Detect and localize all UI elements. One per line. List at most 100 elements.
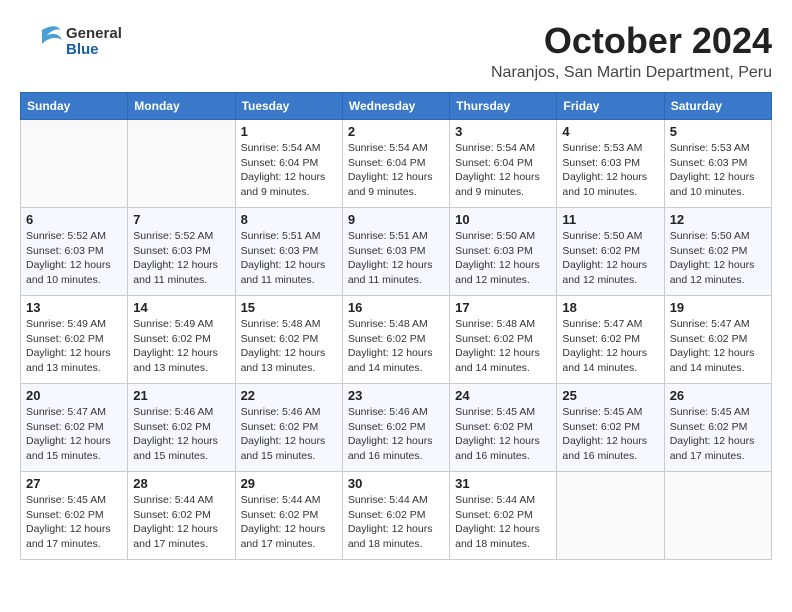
calendar-cell: 15Sunrise: 5:48 AM Sunset: 6:02 PM Dayli…	[235, 296, 342, 384]
logo-brand: General Blue	[20, 20, 122, 64]
day-info: Sunrise: 5:52 AM Sunset: 6:03 PM Dayligh…	[133, 229, 229, 288]
day-number: 22	[241, 388, 337, 403]
calendar-cell: 21Sunrise: 5:46 AM Sunset: 6:02 PM Dayli…	[128, 384, 235, 472]
day-number: 26	[670, 388, 766, 403]
day-info: Sunrise: 5:53 AM Sunset: 6:03 PM Dayligh…	[670, 141, 766, 200]
day-number: 17	[455, 300, 551, 315]
day-info: Sunrise: 5:45 AM Sunset: 6:02 PM Dayligh…	[455, 405, 551, 464]
day-number: 4	[562, 124, 658, 139]
calendar-cell: 24Sunrise: 5:45 AM Sunset: 6:02 PM Dayli…	[450, 384, 557, 472]
day-number: 11	[562, 212, 658, 227]
day-number: 31	[455, 476, 551, 491]
day-number: 3	[455, 124, 551, 139]
day-number: 13	[26, 300, 122, 315]
calendar-cell: 2Sunrise: 5:54 AM Sunset: 6:04 PM Daylig…	[342, 120, 449, 208]
calendar-cell	[664, 472, 771, 560]
calendar-cell: 1Sunrise: 5:54 AM Sunset: 6:04 PM Daylig…	[235, 120, 342, 208]
day-number: 30	[348, 476, 444, 491]
day-number: 6	[26, 212, 122, 227]
weekday-header-saturday: Saturday	[664, 93, 771, 120]
day-info: Sunrise: 5:44 AM Sunset: 6:02 PM Dayligh…	[133, 493, 229, 552]
day-number: 23	[348, 388, 444, 403]
calendar-week-4: 20Sunrise: 5:47 AM Sunset: 6:02 PM Dayli…	[21, 384, 772, 472]
calendar-cell: 5 Sunrise: 5:53 AM Sunset: 6:03 PM Daylig…	[664, 120, 771, 208]
day-number: 7	[133, 212, 229, 227]
calendar-week-5: 27 Sunrise: 5:45 AM Sunset: 6:02 PM Dayli…	[21, 472, 772, 560]
calendar-cell: 14 Sunrise: 5:49 AM Sunset: 6:02 PM Dayli…	[128, 296, 235, 384]
calendar-cell: 3Sunrise: 5:54 AM Sunset: 6:04 PM Daylig…	[450, 120, 557, 208]
day-info: Sunrise: 5:49 AM Sunset: 6:02 PM Dayligh…	[26, 317, 122, 376]
calendar-cell	[21, 120, 128, 208]
calendar-cell: 28 Sunrise: 5:44 AM Sunset: 6:02 PM Dayli…	[128, 472, 235, 560]
page-header: General Blue October 2024 Naranjos, San …	[20, 20, 772, 82]
calendar-cell	[128, 120, 235, 208]
calendar-cell: 17 Sunrise: 5:48 AM Sunset: 6:02 PM Dayli…	[450, 296, 557, 384]
weekday-header-monday: Monday	[128, 93, 235, 120]
day-info: Sunrise: 5:46 AM Sunset: 6:02 PM Dayligh…	[241, 405, 337, 464]
weekday-header-tuesday: Tuesday	[235, 93, 342, 120]
calendar-cell: 12 Sunrise: 5:50 AM Sunset: 6:02 PM Dayli…	[664, 208, 771, 296]
calendar-week-2: 6 Sunrise: 5:52 AM Sunset: 6:03 PM Daylig…	[21, 208, 772, 296]
day-info: Sunrise: 5:50 AM Sunset: 6:02 PM Dayligh…	[670, 229, 766, 288]
day-number: 29	[241, 476, 337, 491]
day-info: Sunrise: 5:47 AM Sunset: 6:02 PM Dayligh…	[670, 317, 766, 376]
calendar-cell: 8Sunrise: 5:51 AM Sunset: 6:03 PM Daylig…	[235, 208, 342, 296]
day-info: Sunrise: 5:44 AM Sunset: 6:02 PM Dayligh…	[455, 493, 551, 552]
calendar-cell: 16Sunrise: 5:48 AM Sunset: 6:02 PM Dayli…	[342, 296, 449, 384]
calendar-cell: 9Sunrise: 5:51 AM Sunset: 6:03 PM Daylig…	[342, 208, 449, 296]
day-number: 15	[241, 300, 337, 315]
weekday-header-friday: Friday	[557, 93, 664, 120]
day-info: Sunrise: 5:48 AM Sunset: 6:02 PM Dayligh…	[455, 317, 551, 376]
day-info: Sunrise: 5:48 AM Sunset: 6:02 PM Dayligh…	[348, 317, 444, 376]
day-number: 10	[455, 212, 551, 227]
location-title: Naranjos, San Martin Department, Peru	[491, 64, 772, 82]
calendar-header: SundayMondayTuesdayWednesdayThursdayFrid…	[21, 93, 772, 120]
calendar-cell: 18Sunrise: 5:47 AM Sunset: 6:02 PM Dayli…	[557, 296, 664, 384]
day-info: Sunrise: 5:45 AM Sunset: 6:02 PM Dayligh…	[670, 405, 766, 464]
calendar-cell: 7 Sunrise: 5:52 AM Sunset: 6:03 PM Daylig…	[128, 208, 235, 296]
weekday-header-wednesday: Wednesday	[342, 93, 449, 120]
day-number: 5	[670, 124, 766, 139]
logo-general: General	[66, 26, 122, 43]
day-info: Sunrise: 5:45 AM Sunset: 6:02 PM Dayligh…	[562, 405, 658, 464]
calendar-cell: 31 Sunrise: 5:44 AM Sunset: 6:02 PM Dayli…	[450, 472, 557, 560]
calendar-cell: 22 Sunrise: 5:46 AM Sunset: 6:02 PM Dayli…	[235, 384, 342, 472]
day-number: 27	[26, 476, 122, 491]
day-info: Sunrise: 5:50 AM Sunset: 6:02 PM Dayligh…	[562, 229, 658, 288]
weekday-header-thursday: Thursday	[450, 93, 557, 120]
calendar-cell: 19 Sunrise: 5:47 AM Sunset: 6:02 PM Dayli…	[664, 296, 771, 384]
weekday-header-sunday: Sunday	[21, 93, 128, 120]
day-number: 12	[670, 212, 766, 227]
day-info: Sunrise: 5:53 AM Sunset: 6:03 PM Dayligh…	[562, 141, 658, 200]
calendar-cell: 23Sunrise: 5:46 AM Sunset: 6:02 PM Dayli…	[342, 384, 449, 472]
calendar-cell: 6 Sunrise: 5:52 AM Sunset: 6:03 PM Daylig…	[21, 208, 128, 296]
day-info: Sunrise: 5:47 AM Sunset: 6:02 PM Dayligh…	[26, 405, 122, 464]
day-number: 28	[133, 476, 229, 491]
calendar-cell: 13 Sunrise: 5:49 AM Sunset: 6:02 PM Dayli…	[21, 296, 128, 384]
calendar-cell: 20Sunrise: 5:47 AM Sunset: 6:02 PM Dayli…	[21, 384, 128, 472]
month-title: October 2024	[491, 20, 772, 62]
day-info: Sunrise: 5:51 AM Sunset: 6:03 PM Dayligh…	[348, 229, 444, 288]
calendar-cell: 27 Sunrise: 5:45 AM Sunset: 6:02 PM Dayli…	[21, 472, 128, 560]
calendar-cell: 11 Sunrise: 5:50 AM Sunset: 6:02 PM Dayli…	[557, 208, 664, 296]
day-number: 21	[133, 388, 229, 403]
logo-blue: Blue	[66, 42, 122, 59]
calendar-week-1: 1 Sunrise: 5:54 AM Sunset: 6:04 PM Daylig…	[21, 120, 772, 208]
title-section: October 2024 Naranjos, San Martin Depart…	[491, 20, 772, 82]
calendar-body: 1 Sunrise: 5:54 AM Sunset: 6:04 PM Daylig…	[21, 120, 772, 560]
day-info: Sunrise: 5:54 AM Sunset: 6:04 PM Dayligh…	[348, 141, 444, 200]
day-info: Sunrise: 5:44 AM Sunset: 6:02 PM Dayligh…	[241, 493, 337, 552]
calendar-cell: 26 Sunrise: 5:45 AM Sunset: 6:02 PM Dayli…	[664, 384, 771, 472]
day-number: 14	[133, 300, 229, 315]
logo: General Blue	[20, 20, 122, 64]
calendar-cell: 29 Sunrise: 5:44 AM Sunset: 6:02 PM Dayli…	[235, 472, 342, 560]
logo-bird-icon	[20, 20, 64, 64]
day-number: 19	[670, 300, 766, 315]
day-info: Sunrise: 5:52 AM Sunset: 6:03 PM Dayligh…	[26, 229, 122, 288]
day-number: 1	[241, 124, 337, 139]
day-number: 25	[562, 388, 658, 403]
day-info: Sunrise: 5:44 AM Sunset: 6:02 PM Dayligh…	[348, 493, 444, 552]
day-info: Sunrise: 5:45 AM Sunset: 6:02 PM Dayligh…	[26, 493, 122, 552]
day-info: Sunrise: 5:49 AM Sunset: 6:02 PM Dayligh…	[133, 317, 229, 376]
day-info: Sunrise: 5:47 AM Sunset: 6:02 PM Dayligh…	[562, 317, 658, 376]
